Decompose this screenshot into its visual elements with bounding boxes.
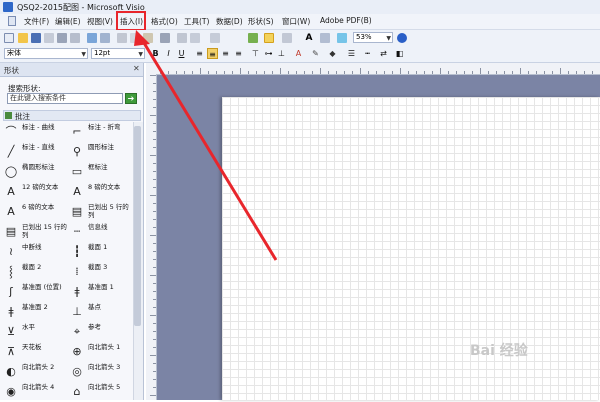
annotation-arrow-line xyxy=(139,37,278,261)
annotation-arrowhead xyxy=(134,30,150,46)
annotation-overlay xyxy=(134,30,278,261)
